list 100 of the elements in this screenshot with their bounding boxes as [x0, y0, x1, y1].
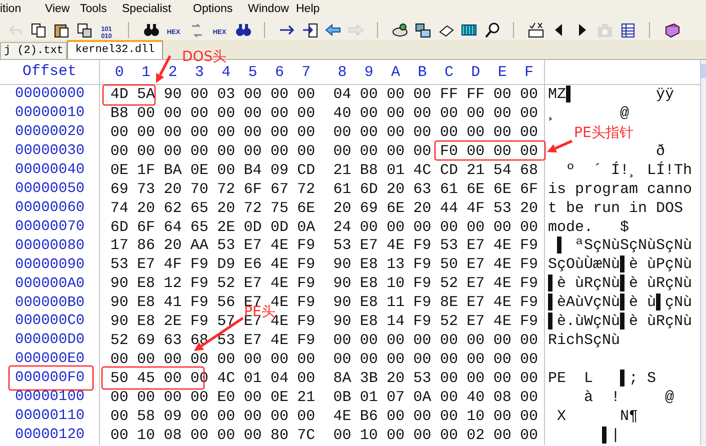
hex-cell-text: E7 [358, 238, 379, 254]
highlight-box [102, 84, 156, 106]
hex-cell-text: 00 [216, 408, 236, 424]
hex-cell-text: 00 [136, 390, 156, 405]
menu-item[interactable]: Window [248, 2, 289, 15]
hex-cell-text: 00 [189, 428, 210, 443]
grid-icon[interactable] [460, 22, 476, 38]
binoculars-icon[interactable] [234, 22, 250, 38]
scrollbar[interactable] [700, 60, 706, 445]
hex-cell-text: 6E [466, 182, 486, 197]
menu-item[interactable]: ition [0, 2, 22, 15]
hex-cell-text: 00 [466, 352, 486, 368]
hex-cell-text: E8 [358, 314, 379, 330]
hex-cell-text: 90 [162, 86, 183, 102]
hex-cell-text: 56 [216, 295, 236, 310]
hex-cell-text: F9 [519, 295, 540, 310]
hex-cell-text: E7 [466, 257, 486, 272]
hex-cell-text: 64 [162, 220, 183, 235]
hex-cell-text: E7 [242, 238, 263, 254]
hex-cell-text: 0E [269, 390, 290, 405]
hex-cell-text: 52 [438, 314, 459, 330]
hex-cell-text: 53 [216, 238, 236, 254]
hex-cell-text: E7 [242, 333, 263, 348]
hex-cell-text: 00 [189, 124, 210, 140]
hex-cell-text: 00 [519, 408, 540, 424]
hex-cell-text: 0A [412, 390, 432, 405]
menu-item[interactable]: Options [193, 2, 233, 15]
offset-cell: 000000F0 [15, 371, 85, 386]
ascii-text: t be run in DOS [548, 200, 684, 216]
hex-cell-text: E7 [136, 257, 156, 272]
binoculars-icon[interactable] [142, 22, 158, 38]
windows-icon[interactable] [414, 22, 430, 38]
table-icon[interactable] [620, 22, 636, 38]
hex-cell-text: E7 [242, 276, 263, 292]
hex-cell-text: 00 [242, 124, 263, 140]
hex-cell-text: 02 [466, 428, 486, 443]
menu-item[interactable]: Tools [80, 2, 107, 15]
hex-cell-text: 20 [519, 200, 540, 216]
hex-cell-text: 00 [269, 86, 290, 102]
hex-cell-text: 00 [136, 124, 156, 140]
hex-cell-text: 00 [162, 371, 183, 386]
hex-cell-text: 00 [412, 428, 432, 443]
back-icon[interactable] [324, 22, 340, 38]
hex-cell-text: 53 [332, 238, 352, 254]
goto-icon[interactable] [302, 22, 318, 38]
hex-cell-text: 4E [492, 276, 512, 292]
menu-item[interactable]: Help [296, 2, 320, 15]
ascii-text: ▌èAùVçNù▌è ù▌çNù [548, 295, 692, 310]
hex-cell-text: 00 [519, 124, 540, 140]
hex-cell-text: 4C [216, 371, 236, 386]
column-header: D [471, 64, 480, 80]
hex-cell-text: 3B [358, 371, 379, 386]
hex-cell-text: 44 [438, 200, 459, 216]
hex-cell-text: 72 [296, 182, 316, 197]
hex-cell-text: 09 [269, 162, 290, 178]
hex-cell-text: 00 [136, 106, 156, 121]
hex-cell-text: 01 [242, 371, 263, 386]
hex-cell-text: 5A [136, 86, 156, 102]
hex-cell-text: 67 [269, 182, 290, 197]
hex-cell-text: E7 [466, 295, 486, 310]
menu-item[interactable]: Specialist [122, 2, 172, 15]
hex-cell-text: 6F [136, 220, 156, 235]
column-header: C [444, 64, 454, 80]
hex-cell-text: 00 [492, 371, 512, 386]
tab[interactable]: kernel32.dll [67, 40, 163, 59]
hex-cell-text: 00 [269, 124, 290, 140]
hex-cell-text: 00 [386, 333, 406, 348]
copy-icon[interactable] [76, 22, 92, 38]
search-icon[interactable] [484, 22, 500, 38]
menu-item[interactable]: View [45, 2, 70, 15]
hex-cell-text: 00 [296, 144, 316, 159]
hex-cell-text: F9 [296, 314, 316, 330]
hex-cell-text: 01 [358, 390, 379, 405]
hex-cell-text: F9 [412, 238, 432, 254]
hex-cell-text: 00 [162, 124, 183, 140]
disk-icon[interactable] [392, 22, 408, 38]
column-header: 6 [274, 64, 284, 80]
offset-cell: 00000060 [15, 200, 85, 216]
hex-cell-text: 6D [358, 182, 379, 197]
tab[interactable]: j (2).txt [0, 42, 68, 59]
clipboard-icon[interactable] [52, 22, 68, 38]
ascii-text: ¸ @ [548, 106, 630, 121]
hex-cell-text: 54 [492, 162, 512, 178]
hex-cell-text: 00 [519, 106, 540, 121]
hex-cell-text: 00 [466, 220, 486, 235]
hex-cell-text: 00 [109, 390, 130, 405]
hex-cell-text: E8 [136, 314, 156, 330]
hex-cell-text: 00 [438, 371, 459, 386]
hex-cell-text: 00 [296, 124, 316, 140]
hex-cell-text: 57 [216, 314, 236, 330]
hex-cell-text: 58 [136, 408, 156, 424]
column-header: 0 [114, 64, 124, 80]
hex-cell-text: 04 [269, 371, 290, 386]
offset-cell: 00000070 [15, 220, 85, 234]
hex-cell-text: 00 [492, 352, 512, 368]
hex-cell-text: 00 [466, 333, 486, 348]
hex-cell-text: 73 [136, 182, 156, 197]
hex-cell-text: 90 [332, 257, 352, 272]
hex-cell-text: 4F [162, 257, 183, 272]
copy-icon[interactable] [30, 22, 46, 38]
